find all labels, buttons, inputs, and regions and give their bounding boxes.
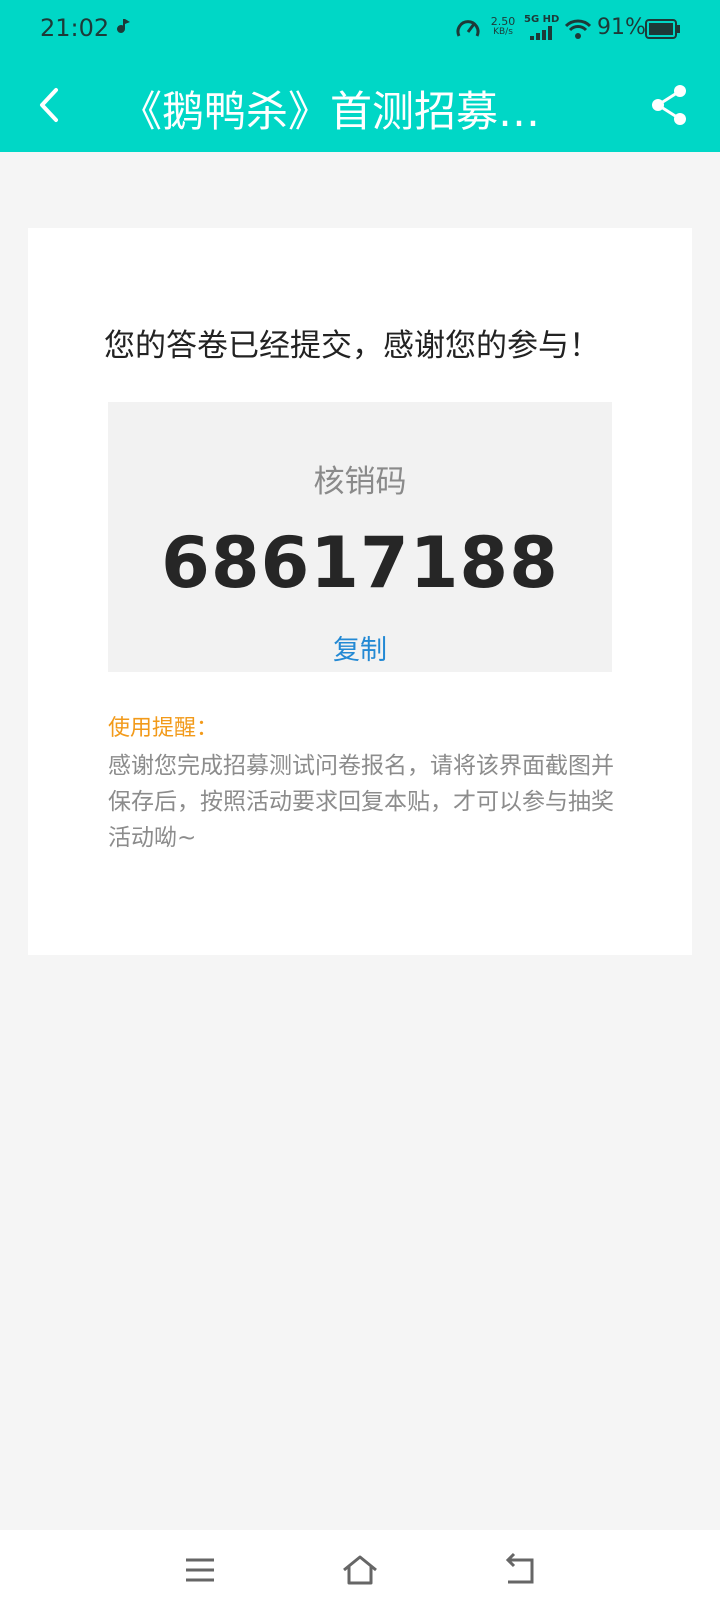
net-speed: 2.50 KB/s: [486, 16, 520, 38]
menu-icon[interactable]: [180, 1552, 220, 1588]
speedometer-icon: [456, 20, 480, 37]
return-icon[interactable]: [500, 1552, 540, 1588]
code-label: 核销码: [313, 464, 407, 500]
share-button[interactable]: [648, 82, 690, 128]
top-app-bar: 21:02 2.50 KB/s 5G HD 91% 《鹅鸭杀》首测招募…: [0, 0, 720, 152]
network-type: 5G HD: [524, 14, 560, 25]
notification-icon: [117, 19, 130, 33]
page-title: 《鹅鸭杀》首测招募…: [120, 87, 541, 134]
signal-icon: [530, 26, 552, 40]
battery-percent: 91%: [597, 15, 646, 40]
back-button[interactable]: [30, 80, 70, 130]
verification-code: 68617188: [161, 522, 559, 604]
copy-button[interactable]: 复制: [310, 628, 410, 667]
verification-code-box: 核销码 68617188 复制: [108, 402, 612, 672]
system-nav-bar: [0, 1530, 720, 1612]
submission-result-card: 您的答卷已经提交，感谢您的参与！ 核销码 68617188 复制 使用提醒： 感…: [28, 228, 692, 955]
tip-text: 感谢您完成招募测试问卷报名，请将该界面截图并保存后，按照活动要求回复本贴，才可以…: [108, 753, 614, 851]
home-icon[interactable]: [340, 1552, 380, 1588]
thanks-message: 您的答卷已经提交，感谢您的参与！: [104, 328, 600, 364]
net-speed-unit: KB/s: [493, 27, 513, 37]
status-bar: 21:02 2.50 KB/s 5G HD 91%: [0, 0, 720, 56]
tip-title: 使用提醒：: [108, 716, 219, 741]
battery-icon: [645, 19, 680, 39]
status-time: 21:02: [40, 14, 110, 42]
wifi-icon: [565, 19, 591, 39]
